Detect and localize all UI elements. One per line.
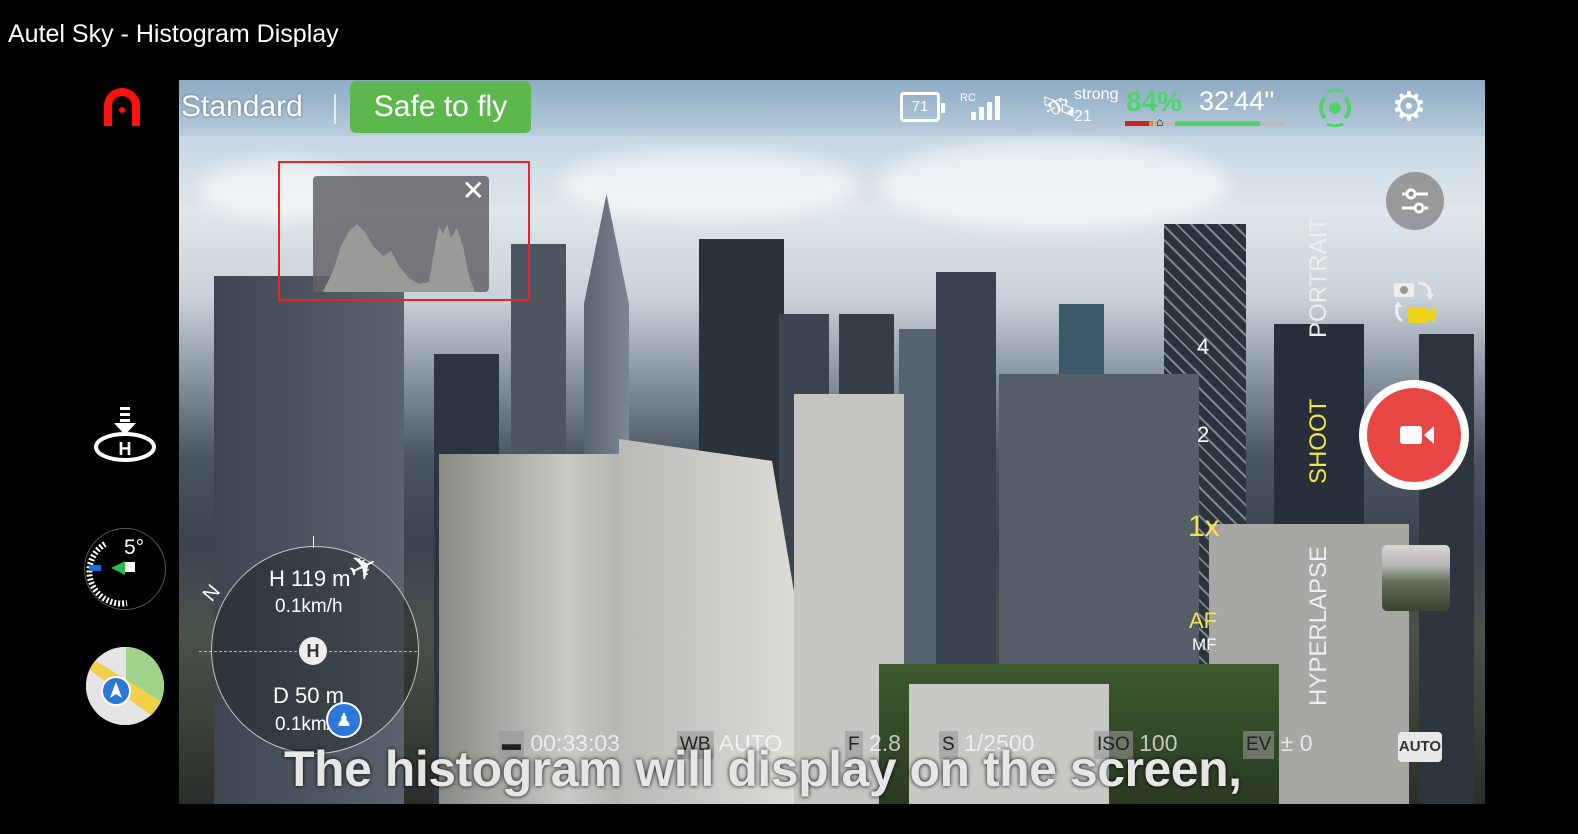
autel-logo-icon[interactable] (102, 86, 142, 128)
focus-mode-mf[interactable]: MF (1192, 635, 1217, 655)
cloud (879, 140, 1229, 230)
battery-progress-bar: ⌂ (1125, 115, 1285, 129)
mini-map-button[interactable] (86, 647, 164, 725)
radar-north-tick (313, 536, 314, 548)
video-camera-lens-icon (1424, 426, 1434, 444)
page-title: Autel Sky - Histogram Display (8, 20, 339, 48)
close-icon[interactable]: ✕ (462, 176, 485, 206)
auto-land-icon[interactable]: H (92, 405, 158, 467)
shoot-mode-hyperlapse[interactable]: HYPERLAPSE (1305, 546, 1333, 706)
mini-map-icon (86, 647, 164, 725)
transmission-signal-icon[interactable] (1313, 88, 1357, 128)
status-badge[interactable]: Safe to fly (350, 81, 531, 133)
sliders-icon (1402, 188, 1428, 214)
zoom-level-4[interactable]: 4 (1197, 334, 1209, 360)
shoot-mode-shoot[interactable]: SHOOT (1305, 399, 1333, 484)
gps-satellite-count: 21 (1074, 108, 1092, 125)
record-button[interactable] (1359, 380, 1469, 490)
gear-icon[interactable]: ⚙ (1391, 87, 1427, 127)
divider (334, 94, 336, 124)
histogram-curve (323, 224, 475, 292)
svg-text:H: H (119, 439, 132, 459)
zoom-level-current[interactable]: 1x (1188, 510, 1220, 544)
battery-low-segment (1149, 121, 1153, 126)
video-camera-icon (1400, 426, 1422, 444)
home-icon: ⌂ (1156, 115, 1164, 129)
shoot-mode-portrait[interactable]: PORTRAIT (1305, 217, 1333, 338)
vertical-speed-readout: 0.1km/h (275, 596, 343, 617)
exposure-value[interactable]: EV ± 0 (1243, 730, 1313, 759)
altitude-readout: H 119 m (269, 566, 351, 591)
battery-remaining-segment (1175, 121, 1260, 126)
record-button-inner (1367, 388, 1461, 482)
flight-time-remaining: 32'44'' (1199, 86, 1275, 116)
home-point-icon: H (299, 637, 327, 665)
exposure-mode-auto-icon[interactable]: AUTO (1398, 732, 1442, 762)
zoom-level-2[interactable]: 2 (1197, 422, 1209, 448)
battery-percent: 84% (1126, 86, 1183, 117)
histogram-panel[interactable]: ✕ (313, 176, 489, 292)
photo-video-toggle-icon[interactable] (1388, 275, 1444, 331)
pilot-location-icon: ♟ (326, 702, 362, 738)
camera-settings-button[interactable] (1386, 172, 1444, 230)
battery-level: 71 (911, 98, 929, 115)
ev-value: ± 0 (1280, 730, 1313, 756)
gps-strength: strong (1074, 86, 1119, 103)
ev-label: EV (1243, 730, 1275, 759)
media-thumbnail[interactable] (1382, 545, 1450, 611)
rc-signal-icon[interactable] (971, 94, 1011, 120)
video-subtitle: The histogram will display on the screen… (284, 741, 1242, 797)
gps-satellite-icon[interactable]: 🛰 (1041, 90, 1077, 123)
camera-live-view[interactable]: Standard Safe to fly 71 RC 🛰 strong 21 8… (179, 80, 1485, 804)
battery-critical-segment (1125, 121, 1149, 126)
battery-icon[interactable]: 71 (900, 92, 945, 122)
focus-mode-af[interactable]: AF (1189, 608, 1217, 634)
flight-mode-label[interactable]: Standard (181, 90, 303, 124)
gimbal-pitch-value: 5° (124, 536, 145, 559)
